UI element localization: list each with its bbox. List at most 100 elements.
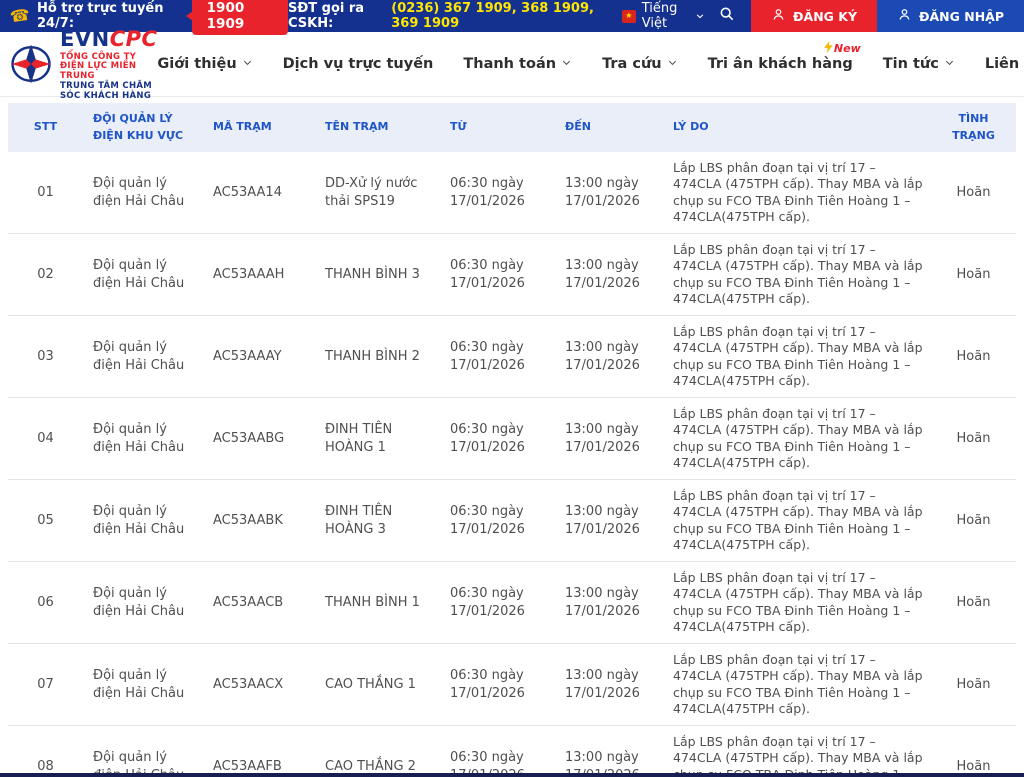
cell-reason: Lắp LBS phân đoạn tại vị trí 17 – 474CLA… [663, 562, 931, 644]
col-to: ĐẾN [555, 103, 663, 152]
nav-tin-tuc[interactable]: Tin tức [883, 56, 955, 72]
cell-station-name: ĐINH TIÊN HOÀNG 3 [315, 480, 440, 562]
cell-stt: 03 [8, 316, 83, 398]
cell-station-code: AC53AA14 [203, 152, 315, 234]
hotline-badge[interactable]: 1900 1909 [192, 0, 288, 35]
nav-dich-vu-truc-tuyen[interactable]: Dịch vụ trực tuyến [283, 56, 434, 72]
cell-status: Hoãn [931, 316, 1016, 398]
cell-stt: 07 [8, 644, 83, 726]
cell-from: 06:30 ngày 17/01/2026 [440, 562, 555, 644]
cell-station-name: CAO THẮNG 1 [315, 644, 440, 726]
cell-team: Đội quản lý điện Hải Châu [83, 316, 203, 398]
cell-to: 13:00 ngày 17/01/2026 [555, 316, 663, 398]
table-row: 02 Đội quản lý điện Hải Châu AC53AAAH TH… [8, 234, 1016, 316]
col-team: ĐỘI QUẢN LÝ ĐIỆN KHU VỰC [83, 103, 203, 152]
cell-reason: Lắp LBS phân đoạn tại vị trí 17 – 474CLA… [663, 234, 931, 316]
search-icon [719, 6, 735, 26]
chevron-down-icon [667, 56, 678, 72]
col-station-name: TÊN TRẠM [315, 103, 440, 152]
cell-status: Hoãn [931, 398, 1016, 480]
cell-to: 13:00 ngày 17/01/2026 [555, 726, 663, 777]
cell-status: Hoãn [931, 152, 1016, 234]
cell-station-code: AC53AACB [203, 562, 315, 644]
cell-team: Đội quản lý điện Hải Châu [83, 480, 203, 562]
cell-reason: Lắp LBS phân đoạn tại vị trí 17 – 474CLA… [663, 644, 931, 726]
cskh-numbers: (0236) 367 1909, 368 1909, 369 1909 [391, 1, 606, 31]
col-status: TÌNH TRẠNG [931, 103, 1016, 152]
cell-from: 06:30 ngày 17/01/2026 [440, 152, 555, 234]
cell-team: Đội quản lý điện Hải Châu [83, 562, 203, 644]
search-button[interactable] [705, 0, 751, 32]
nav-tri-an-khach-hang[interactable]: Tri ân khách hàng New [708, 56, 853, 72]
cell-from: 06:30 ngày 17/01/2026 [440, 234, 555, 316]
lightning-icon [824, 41, 833, 56]
cell-station-name: THANH BÌNH 3 [315, 234, 440, 316]
cell-station-code: AC53AABG [203, 398, 315, 480]
cell-reason: Lắp LBS phân đoạn tại vị trí 17 – 474CLA… [663, 398, 931, 480]
evn-star-icon [10, 43, 52, 85]
cell-to: 13:00 ngày 17/01/2026 [555, 480, 663, 562]
cell-station-name: THANH BÌNH 2 [315, 316, 440, 398]
outage-table: STT ĐỘI QUẢN LÝ ĐIỆN KHU VỰC MÃ TRẠM TÊN… [8, 103, 1016, 777]
cell-status: Hoãn [931, 480, 1016, 562]
main-header: EVNCPC TỔNG CÔNG TY ĐIỆN LỰC MIỀN TRUNG … [0, 32, 1024, 97]
cell-stt: 01 [8, 152, 83, 234]
nav-gioi-thieu[interactable]: Giới thiệu [157, 56, 252, 72]
table-row: 03 Đội quản lý điện Hải Châu AC53AAAY TH… [8, 316, 1016, 398]
cell-status: Hoãn [931, 726, 1016, 777]
cell-station-code: AC53AAAH [203, 234, 315, 316]
cell-station-code: AC53AAAY [203, 316, 315, 398]
cell-station-code: AC53AAFB [203, 726, 315, 777]
cell-to: 13:00 ngày 17/01/2026 [555, 562, 663, 644]
cell-reason: Lắp LBS phân đoạn tại vị trí 17 – 474CLA… [663, 726, 931, 777]
cell-station-name: CAO THẮNG 2 [315, 726, 440, 777]
table-row: 08 Đội quản lý điện Hải Châu AC53AAFB CA… [8, 726, 1016, 777]
bottom-edge-bar [0, 773, 1024, 777]
page: ☎ Hỗ trợ trực tuyến 24/7: 1900 1909 SĐT … [0, 0, 1024, 777]
login-button[interactable]: ĐĂNG NHẬP [877, 0, 1024, 32]
cell-status: Hoãn [931, 644, 1016, 726]
col-stt: STT [8, 103, 83, 152]
cell-status: Hoãn [931, 234, 1016, 316]
chevron-down-icon [944, 56, 955, 72]
logo-text: EVNCPC TỔNG CÔNG TY ĐIỆN LỰC MIỀN TRUNG … [60, 27, 157, 102]
cell-to: 13:00 ngày 17/01/2026 [555, 398, 663, 480]
company-line-2: TRUNG TÂM CHĂM SÓC KHÁCH HÀNG [60, 82, 157, 102]
cell-station-name: ĐINH TIÊN HOÀNG 1 [315, 398, 440, 480]
cell-from: 06:30 ngày 17/01/2026 [440, 726, 555, 777]
register-label: ĐĂNG KÝ [793, 9, 857, 24]
cell-stt: 04 [8, 398, 83, 480]
col-from: TỪ [440, 103, 555, 152]
cell-status: Hoãn [931, 562, 1016, 644]
col-reason: LÝ DO [663, 103, 931, 152]
table-row: 05 Đội quản lý điện Hải Châu AC53AABK ĐI… [8, 480, 1016, 562]
cell-from: 06:30 ngày 17/01/2026 [440, 644, 555, 726]
chevron-down-icon [242, 56, 253, 72]
language-selector[interactable]: Tiếng Việt [622, 0, 705, 32]
user-icon [897, 7, 912, 25]
cell-from: 06:30 ngày 17/01/2026 [440, 480, 555, 562]
register-button[interactable]: ĐĂNG KÝ [751, 0, 877, 32]
table-row: 01 Đội quản lý điện Hải Châu AC53AA14 DD… [8, 152, 1016, 234]
cell-stt: 05 [8, 480, 83, 562]
table-row: 06 Đội quản lý điện Hải Châu AC53AACB TH… [8, 562, 1016, 644]
new-badge: New [824, 41, 861, 56]
evncpc-logo[interactable]: EVNCPC TỔNG CÔNG TY ĐIỆN LỰC MIỀN TRUNG … [10, 27, 157, 102]
cell-station-code: AC53AACX [203, 644, 315, 726]
chevron-down-icon [695, 11, 705, 21]
language-label: Tiếng Việt [642, 1, 689, 31]
brand-name: EVNCPC [60, 27, 157, 51]
user-icon [771, 7, 786, 25]
outage-table-body: 01 Đội quản lý điện Hải Châu AC53AA14 DD… [8, 152, 1016, 777]
cell-station-name: DD-Xử lý nước thải SPS19 [315, 152, 440, 234]
table-row: 07 Đội quản lý điện Hải Châu AC53AACX CA… [8, 644, 1016, 726]
cell-from: 06:30 ngày 17/01/2026 [440, 316, 555, 398]
nav-lien-he[interactable]: Liên hệ [985, 56, 1024, 72]
cell-to: 13:00 ngày 17/01/2026 [555, 234, 663, 316]
cell-stt: 06 [8, 562, 83, 644]
nav-thanh-toan[interactable]: Thanh toán [463, 56, 572, 72]
nav-tra-cuu[interactable]: Tra cứu [602, 56, 678, 72]
cell-stt: 08 [8, 726, 83, 777]
cell-stt: 02 [8, 234, 83, 316]
outage-table-wrap: STT ĐỘI QUẢN LÝ ĐIỆN KHU VỰC MÃ TRẠM TÊN… [8, 103, 1016, 777]
